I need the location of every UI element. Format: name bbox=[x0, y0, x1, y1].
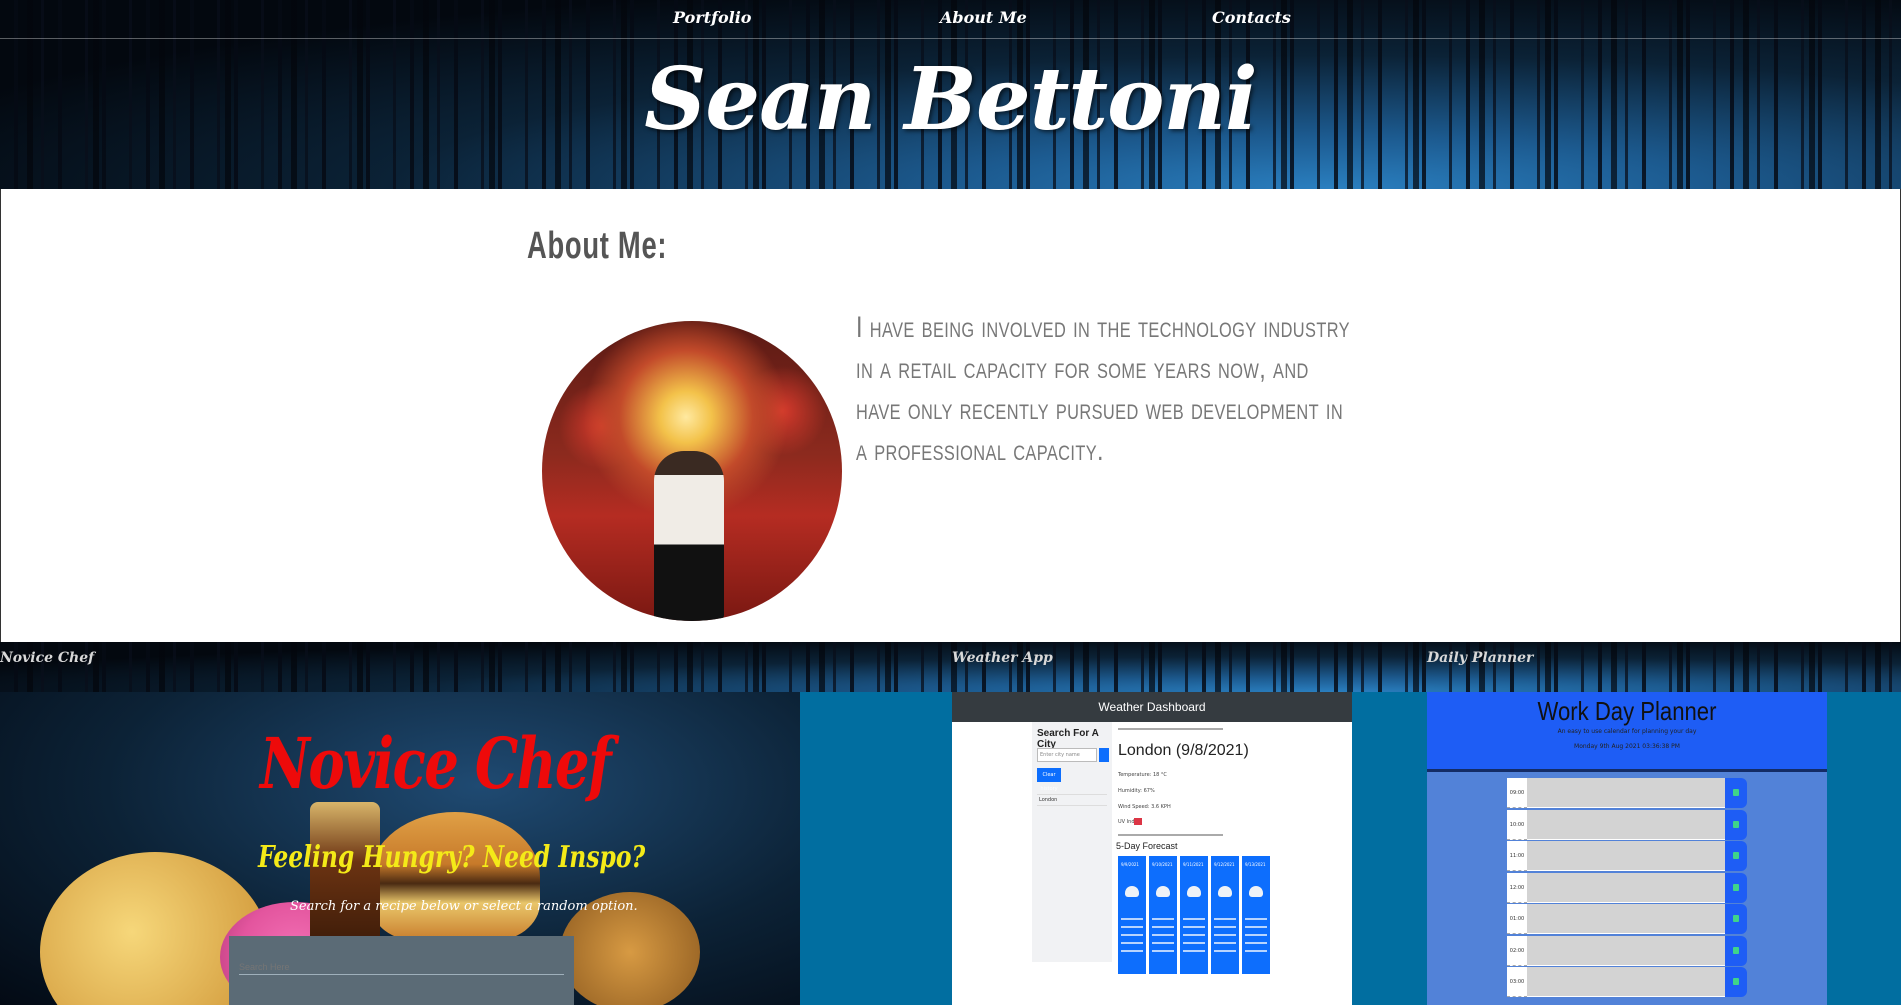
weather-forecast-date: 9/11/2021 bbox=[1183, 862, 1204, 867]
project-preview-weather-app[interactable]: Weather Dashboard Search For A City Ente… bbox=[952, 692, 1352, 1005]
planner-event-input[interactable] bbox=[1527, 967, 1725, 997]
about-heading: About Me: bbox=[527, 225, 668, 267]
project-label-novice-chef[interactable]: Novice Chef bbox=[0, 650, 94, 666]
project-label-weather-app[interactable]: Weather App bbox=[952, 650, 1053, 666]
planner-row: 11:00 am bbox=[1507, 841, 1747, 889]
weather-city-input[interactable]: Enter city name bbox=[1037, 748, 1097, 762]
novice-chef-title: Novice Chef bbox=[260, 722, 612, 805]
profile-person-figure bbox=[654, 451, 724, 621]
planner-save-button[interactable] bbox=[1725, 904, 1747, 934]
novice-chef-subtitle: Feeling Hungry? Need Inspo? bbox=[258, 840, 646, 875]
planner-save-button[interactable] bbox=[1725, 778, 1747, 808]
weather-forecast-card: 9/13/2021 bbox=[1242, 856, 1270, 974]
planner-event-input[interactable] bbox=[1527, 809, 1725, 840]
weather-forecast-details bbox=[1214, 918, 1236, 958]
weather-stat-temperature: Temperature: 18 °C bbox=[1118, 772, 1167, 778]
weather-forecast-date: 9/13/2021 bbox=[1245, 862, 1266, 867]
planner-date: Monday 9th Aug 2021 03:36:38 PM bbox=[1574, 743, 1680, 750]
about-text: I have being involved in the technology … bbox=[856, 311, 1350, 467]
weather-forecast-date: 9/12/2021 bbox=[1214, 862, 1235, 867]
nav-link-contacts[interactable]: Contacts bbox=[1212, 8, 1291, 27]
planner-save-button[interactable] bbox=[1725, 809, 1747, 840]
novice-chef-search-input[interactable] bbox=[239, 960, 564, 975]
planner-subtitle: An easy to use calendar for planning you… bbox=[1557, 728, 1697, 735]
planner-save-button[interactable] bbox=[1725, 935, 1747, 966]
planner-row: 01:00 pm bbox=[1507, 904, 1747, 952]
planner-save-button[interactable] bbox=[1725, 967, 1747, 997]
weather-stat-humidity: Humidity: 67% bbox=[1118, 788, 1155, 794]
soda-cup-image bbox=[310, 802, 380, 952]
planner-hour: 11:00 am bbox=[1507, 841, 1527, 889]
planner-row: 09:00 am bbox=[1507, 778, 1747, 826]
project-preview-daily-planner[interactable]: Work Day Planner An easy to use calendar… bbox=[1427, 692, 1827, 1005]
portfolio-label-strip: Novice Chef Weather App Daily Planner bbox=[0, 642, 1901, 692]
top-nav: Portfolio About Me Contacts bbox=[0, 0, 1901, 39]
planner-hour: 01:00 pm bbox=[1507, 904, 1527, 952]
planner-row: 12:00 pm bbox=[1507, 872, 1747, 921]
weather-clear-history-button[interactable]: Clear history bbox=[1037, 768, 1061, 792]
planner-header: Work Day Planner An easy to use calendar… bbox=[1427, 692, 1827, 772]
weather-forecast-details bbox=[1245, 918, 1267, 958]
planner-save-button[interactable] bbox=[1725, 841, 1747, 871]
weather-forecast-date: 9/9/2021 bbox=[1121, 862, 1139, 867]
cloud-icon bbox=[1218, 886, 1232, 897]
planner-event-input[interactable] bbox=[1527, 841, 1725, 871]
weather-forecast-card: 9/9/2021 bbox=[1118, 856, 1146, 974]
portfolio-section: Novice Chef Weather App Daily Planner No… bbox=[0, 642, 1901, 1005]
weather-forecast-details bbox=[1121, 918, 1143, 958]
planner-hour: 09:00 am bbox=[1507, 778, 1527, 826]
planner-hour: 02:00 pm bbox=[1507, 935, 1527, 984]
project-label-daily-planner[interactable]: Daily Planner bbox=[1427, 650, 1533, 666]
weather-forecast-details bbox=[1183, 918, 1205, 958]
planner-event-input[interactable] bbox=[1527, 872, 1725, 903]
planner-save-button[interactable] bbox=[1725, 872, 1747, 903]
weather-search-button[interactable] bbox=[1099, 748, 1109, 762]
weather-forecast-title: 5-Day Forecast bbox=[1116, 841, 1178, 851]
weather-forecast-card: 9/10/2021 bbox=[1149, 856, 1177, 974]
profile-photo bbox=[542, 321, 842, 621]
weather-divider-bottom bbox=[1118, 834, 1223, 836]
weather-stat-wind: Wind Speed: 3.6 KPH bbox=[1118, 804, 1171, 810]
weather-uv-badge bbox=[1134, 818, 1142, 825]
planner-row: 02:00 pm bbox=[1507, 935, 1747, 984]
nav-link-about-me[interactable]: About Me bbox=[940, 8, 1027, 27]
novice-chef-description: Search for a recipe below or select a ra… bbox=[290, 899, 638, 914]
weather-sidebar-title: Search For A City bbox=[1037, 728, 1099, 750]
weather-forecast-date: 9/10/2021 bbox=[1152, 862, 1173, 867]
weather-dashboard-bar: Weather Dashboard bbox=[952, 692, 1352, 722]
planner-hour: 10:00 am bbox=[1507, 809, 1527, 858]
weather-history-city[interactable]: London bbox=[1037, 794, 1107, 806]
nav-link-portfolio[interactable]: Portfolio bbox=[673, 8, 751, 27]
planner-hour: 12:00 pm bbox=[1507, 872, 1527, 921]
weather-forecast-card: 9/12/2021 bbox=[1211, 856, 1239, 974]
planner-row: 10:00 am bbox=[1507, 809, 1747, 858]
cloud-icon bbox=[1156, 886, 1170, 897]
planner-hour: 03:00 pm bbox=[1507, 967, 1527, 997]
about-section: About Me: I have being involved in the t… bbox=[0, 189, 1901, 642]
site-title: Sean Bettoni bbox=[644, 49, 1257, 150]
cloud-icon bbox=[1187, 886, 1201, 897]
planner-event-input[interactable] bbox=[1527, 935, 1725, 966]
cloud-icon bbox=[1249, 886, 1263, 897]
hero-header: Portfolio About Me Contacts Sean Bettoni bbox=[0, 0, 1901, 189]
weather-sidebar: Search For A City Enter city name Clear … bbox=[1032, 722, 1112, 962]
weather-city-heading: London (9/8/2021) bbox=[1118, 742, 1249, 759]
planner-event-input[interactable] bbox=[1527, 778, 1725, 808]
planner-event-input[interactable] bbox=[1527, 904, 1725, 934]
cloud-icon bbox=[1125, 886, 1139, 897]
project-preview-novice-chef[interactable]: Novice Chef Feeling Hungry? Need Inspo? … bbox=[0, 692, 800, 1005]
weather-forecast-card: 9/11/2021 bbox=[1180, 856, 1208, 974]
novice-chef-search-panel bbox=[229, 936, 574, 1005]
weather-divider-top bbox=[1118, 728, 1223, 730]
weather-forecast-details bbox=[1152, 918, 1174, 958]
planner-title: Work Day Planner bbox=[1537, 696, 1717, 726]
planner-row: 03:00 pm bbox=[1507, 967, 1747, 997]
burger-image bbox=[370, 812, 540, 942]
